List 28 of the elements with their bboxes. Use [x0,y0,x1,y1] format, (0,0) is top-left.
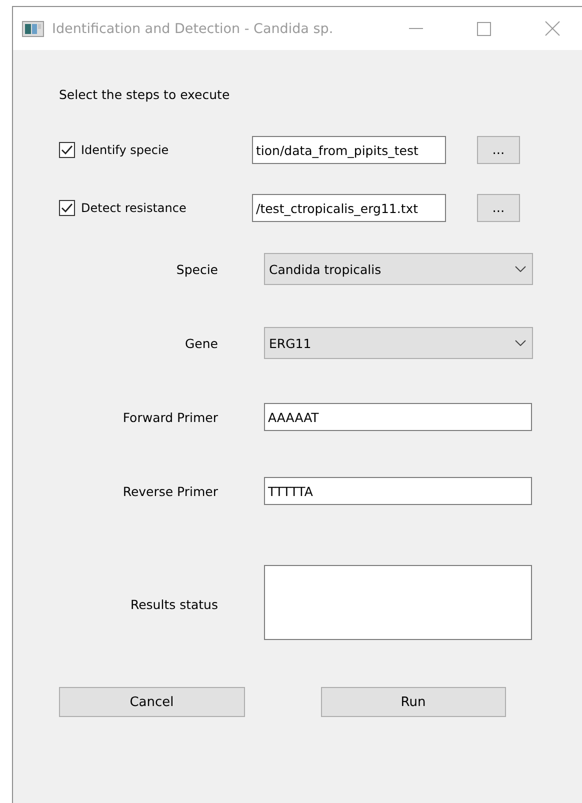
run-button[interactable]: Run [320,687,506,717]
field-label: Results status [129,596,218,612]
file-path-field[interactable]: /test_ctropicalis_erg11.txt [252,194,446,222]
file-path-field[interactable]: tion/data_from_pipits_test [252,136,446,164]
dropdown[interactable]: Candida tropicalis [264,253,533,285]
dropdown[interactable]: ERG11 [264,327,533,359]
checkbox[interactable] [59,200,75,216]
instruction-text: Select the steps to execute [59,87,231,104]
checkbox-label[interactable]: Detect resistance [81,201,186,215]
field-label: Specie [175,262,218,276]
window-title: Identification and Detection - Candida sp. [52,20,334,36]
field-label: Reverse Primer [122,484,218,498]
browse-button[interactable]: ... [477,194,520,222]
minimize-icon [409,28,423,30]
results-text-area[interactable] [264,565,532,640]
text-field[interactable]: TTTTTA [264,477,532,505]
cancel-button[interactable]: Cancel [59,687,244,717]
checkbox-label[interactable]: Identify specie [81,143,169,157]
field-label: Forward Primer [122,410,218,424]
chevron-down-icon [515,266,526,272]
app-icon [22,20,44,36]
maximize-icon [477,22,491,36]
text-field[interactable]: AAAAAT [264,403,532,431]
close-icon [544,21,560,36]
field-label: Gene [184,336,218,350]
browse-button[interactable]: ... [477,136,520,164]
checkbox[interactable] [59,142,75,158]
chevron-down-icon [515,340,526,346]
